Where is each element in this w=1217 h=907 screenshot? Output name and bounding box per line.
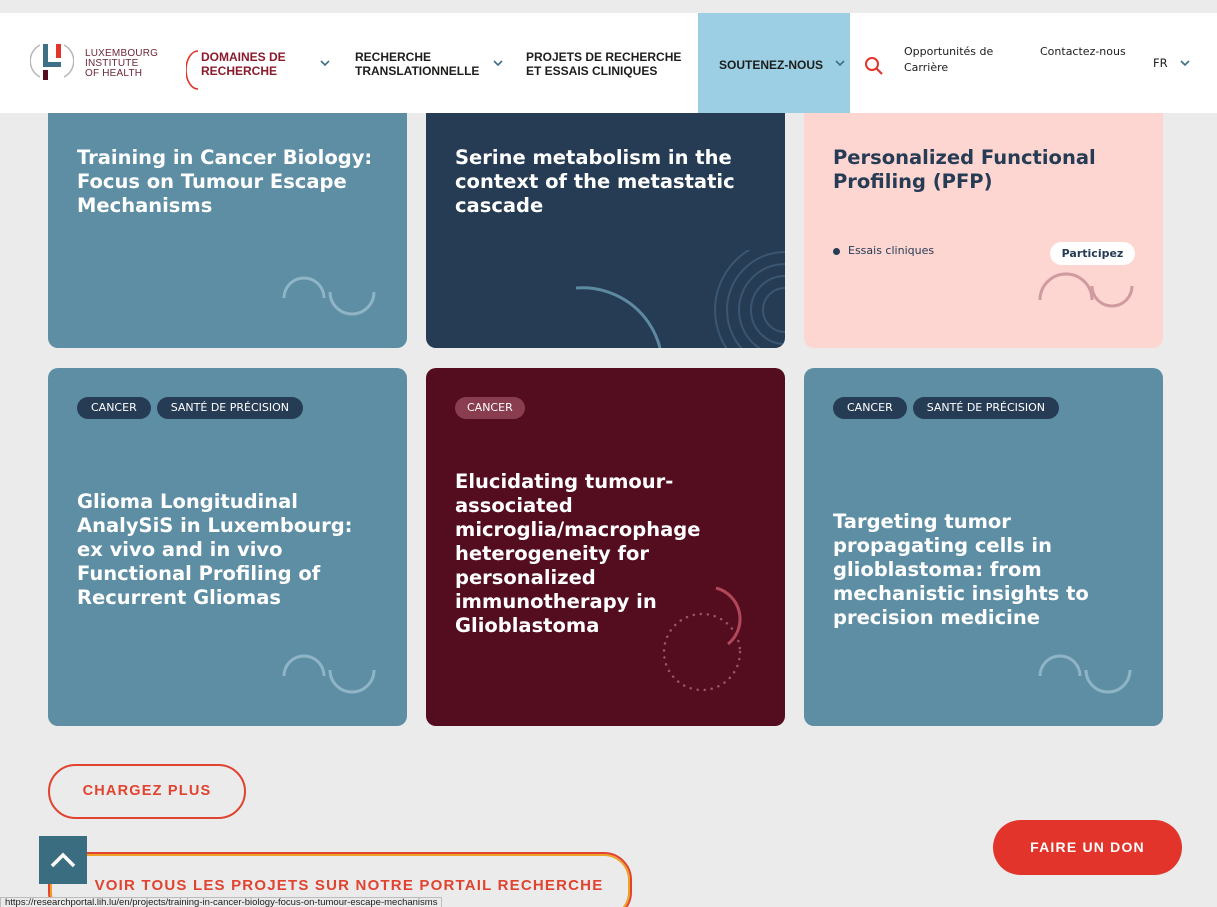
status-bar-url: https://researchportal.lih.lu/en/project… — [0, 897, 443, 907]
tag-sante-de-precision[interactable]: SANTÉ DE PRÉCISION — [156, 397, 304, 419]
project-card[interactable]: CANCER SANTÉ DE PRÉCISION Targeting tumo… — [804, 368, 1163, 726]
tag-cancer[interactable]: CANCER — [455, 397, 525, 419]
card-title: Targeting tumor propagating cells in gli… — [833, 510, 1089, 629]
nav-projets-line-1: PROJETS DE RECHERCHE — [526, 50, 682, 64]
card-tags: CANCER SANTÉ DE PRÉCISION — [77, 397, 304, 419]
search-icon[interactable] — [864, 56, 884, 76]
card-title: Serine metabolism in the context of the … — [455, 146, 735, 217]
nav-translationnelle-line-2: TRANSLATIONNELLE — [355, 64, 480, 78]
view-all-projects-label: VOIR TOUS LES PROJETS SUR NOTRE PORTAIL … — [94, 877, 604, 894]
chevron-down-icon[interactable] — [834, 59, 846, 67]
load-more-button[interactable]: CHARGEZ PLUS — [48, 764, 246, 819]
card-title: Training in Cancer Biology: Focus on Tum… — [77, 146, 373, 217]
card-tags: CANCER SANTÉ DE PRÉCISION — [833, 397, 1060, 419]
category-dot-icon — [833, 248, 840, 255]
card-title: Personalized Functional Profiling (PFP) — [833, 146, 1096, 193]
logo-wordmark: LUXEMBOURG INSTITUTE OF HEALTH — [85, 49, 158, 79]
wave-decoration-icon — [282, 276, 376, 316]
chevron-down-icon[interactable] — [492, 59, 504, 67]
contact-link[interactable]: Contactez-nous — [1040, 44, 1126, 60]
tag-sante-de-precision[interactable]: SANTÉ DE PRÉCISION — [912, 397, 1060, 419]
dotted-circle-decoration-icon — [662, 586, 742, 692]
project-card[interactable]: CANCER Elucidating tumour-associated mic… — [426, 368, 785, 726]
logo-line-3: OF HEALTH — [85, 68, 143, 79]
chevron-up-icon — [50, 852, 76, 868]
careers-line-1: Opportunités de — [904, 45, 994, 58]
nav-soutenez-label: SOUTENEZ-NOUS — [719, 58, 824, 72]
nav-recherche-translationnelle[interactable]: RECHERCHE TRANSLATIONNELLE — [355, 50, 479, 78]
wave-decoration-icon — [1038, 654, 1132, 694]
wave-decoration-icon — [1038, 272, 1134, 308]
chevron-down-icon[interactable] — [1179, 59, 1191, 67]
nav-domaines-line-2: RECHERCHE — [201, 64, 278, 78]
nav-translationnelle-line-1: RECHERCHE — [355, 50, 432, 64]
careers-line-2: Carrière — [904, 61, 949, 74]
tag-cancer[interactable]: CANCER — [77, 397, 151, 419]
site-header: LUXEMBOURG INSTITUTE OF HEALTH DOMAINES … — [0, 13, 1217, 113]
card-tags: CANCER — [455, 397, 525, 419]
nav-projets-de-recherche[interactable]: PROJETS DE RECHERCHE ET ESSAIS CLINIQUES — [526, 50, 681, 78]
project-card[interactable]: CANCER SANTÉ DE PRÉCISION Glioma Longitu… — [48, 368, 407, 726]
nav-bracket-icon — [186, 50, 199, 90]
chevron-down-icon[interactable] — [319, 59, 331, 67]
nav-domaines-line-1: DOMAINES DE — [201, 50, 286, 64]
lih-logo-icon — [30, 44, 74, 80]
nav-domaines-de-recherche[interactable]: DOMAINES DE RECHERCHE — [201, 50, 286, 78]
language-label: FR — [1153, 56, 1168, 70]
concentric-arcs-decoration-icon — [576, 250, 785, 348]
language-selector[interactable]: FR — [1153, 55, 1168, 71]
category-label: Essais cliniques — [848, 244, 935, 257]
wave-decoration-icon — [282, 654, 376, 694]
back-to-top-button[interactable] — [39, 836, 87, 884]
nav-projets-line-2: ET ESSAIS CLINIQUES — [526, 64, 658, 78]
card-title: Glioma Longitudinal AnalySiS in Luxembou… — [77, 490, 353, 609]
donate-button[interactable]: FAIRE UN DON — [993, 820, 1182, 875]
nav-soutenez-nous[interactable]: SOUTENEZ-NOUS — [719, 58, 823, 72]
tag-cancer[interactable]: CANCER — [833, 397, 907, 419]
lih-logo[interactable]: LUXEMBOURG INSTITUTE OF HEALTH — [30, 39, 160, 89]
careers-link[interactable]: Opportunités de Carrière — [904, 44, 993, 76]
participate-button[interactable]: Participez — [1050, 242, 1135, 265]
